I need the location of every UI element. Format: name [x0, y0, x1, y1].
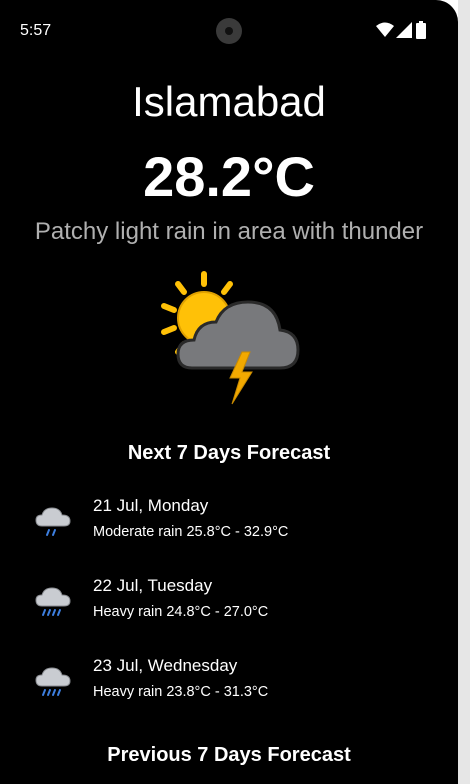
current-temperature: 28.2°C [143, 145, 315, 208]
forecast-list: 21 Jul, Monday Moderate rain 25.8°C - 32… [0, 486, 458, 726]
forecast-description: Moderate rain 25.8°C - 32.9°C [93, 524, 289, 540]
forecast-title: Next 7 Days Forecast [127, 442, 331, 464]
status-bar: 5:57 [0, 0, 458, 60]
forecast-description: Heavy rain 23.8°C - 31.3°C [93, 684, 269, 700]
heavy-rain-cloud-icon [35, 667, 71, 696]
forecast-description: Heavy rain 24.8°C - 27.0°C [93, 604, 269, 620]
status-icons [376, 21, 436, 40]
forecast-item[interactable]: 22 Jul, Tuesday Heavy rain 24.8°C - 27.0… [0, 566, 458, 646]
sun-cloud-thunder-icon [161, 271, 300, 405]
heavy-rain-cloud-icon [35, 587, 71, 616]
forecast-date: 21 Jul, Monday [93, 496, 209, 515]
forecast-date: 23 Jul, Wednesday [93, 656, 238, 675]
city-name: Islamabad [132, 78, 326, 125]
app-screen: 5:57 Islamabad 28.2°C Patchy light rain … [0, 0, 458, 784]
screen-edge [458, 0, 470, 784]
camera-cutout [216, 18, 242, 44]
forecast-item[interactable]: 21 Jul, Monday Moderate rain 25.8°C - 32… [0, 486, 458, 566]
previous-forecast-title: Previous 7 Days Forecast [107, 744, 351, 766]
forecast-item[interactable]: 23 Jul, Wednesday Heavy rain 23.8°C - 31… [0, 646, 458, 726]
rain-cloud-icon [35, 507, 71, 536]
current-condition: Patchy light rain in area with thunder [34, 218, 424, 245]
battery-icon [416, 21, 426, 39]
status-time: 5:57 [20, 22, 52, 39]
wifi-icon [376, 22, 394, 37]
signal-icon [396, 22, 412, 38]
forecast-date: 22 Jul, Tuesday [93, 576, 213, 595]
